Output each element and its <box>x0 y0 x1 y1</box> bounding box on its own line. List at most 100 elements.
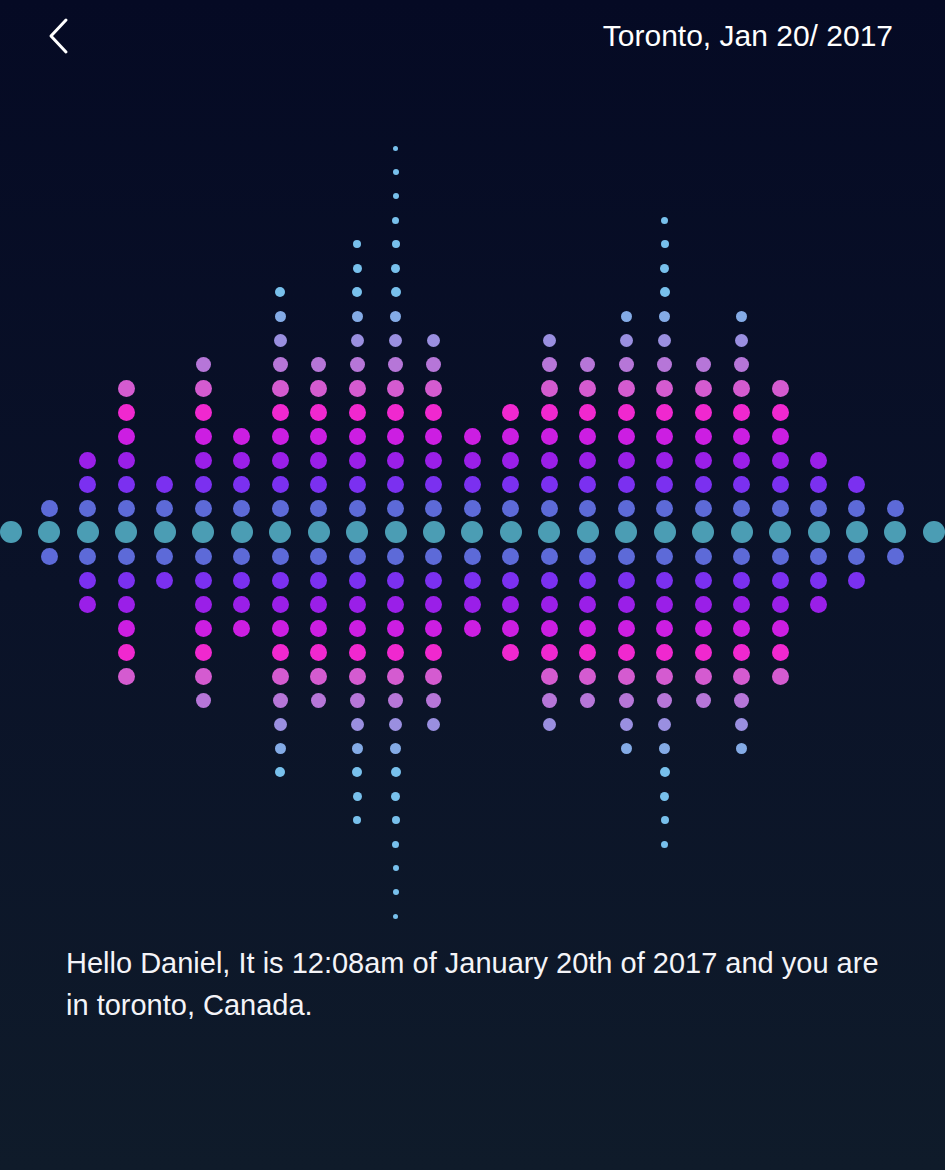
wave-slot <box>346 616 368 640</box>
wave-slot <box>38 520 60 544</box>
wave-slot <box>769 520 791 544</box>
wave-dot <box>538 521 560 543</box>
wave-slot <box>731 448 753 472</box>
wave-slot <box>769 496 791 520</box>
wave-dot <box>884 521 906 543</box>
wave-dot <box>388 693 403 708</box>
wave-slot <box>692 496 714 520</box>
wave-dot <box>352 311 363 322</box>
wave-slot <box>577 424 599 448</box>
wave-dot <box>118 596 135 613</box>
wave-dot <box>273 357 288 372</box>
wave-dot <box>195 428 212 445</box>
wave-slot <box>308 664 330 688</box>
wave-dot <box>156 548 173 565</box>
wave-slot <box>769 664 791 688</box>
wave-slot <box>538 328 560 352</box>
wave-slot <box>385 232 407 256</box>
wave-slot <box>423 688 445 712</box>
wave-slot <box>577 688 599 712</box>
wave-dot <box>654 521 676 543</box>
wave-dot <box>310 452 327 469</box>
wave-dot <box>274 718 287 731</box>
wave-dot <box>387 476 404 493</box>
wave-slot <box>538 448 560 472</box>
wave-slot <box>615 376 637 400</box>
back-button[interactable] <box>46 16 74 56</box>
wave-dot <box>427 334 440 347</box>
wave-slot <box>577 520 599 544</box>
wave-dot <box>848 548 865 565</box>
wave-slot <box>192 448 214 472</box>
wave-slot <box>731 424 753 448</box>
wave-dot <box>272 596 289 613</box>
wave-slot <box>423 520 445 544</box>
wave-dot <box>79 596 96 613</box>
wave-dot <box>620 334 633 347</box>
wave-dot <box>272 620 289 637</box>
wave-slot <box>269 376 291 400</box>
wave-slot <box>423 664 445 688</box>
wave-dot <box>579 668 596 685</box>
wave-slot <box>423 328 445 352</box>
wave-dot <box>618 452 635 469</box>
wave-slot <box>269 640 291 664</box>
wave-dot <box>657 693 672 708</box>
wave-dot <box>118 476 135 493</box>
wave-slot <box>692 616 714 640</box>
wave-slot <box>654 352 676 376</box>
wave-dot <box>923 521 945 543</box>
wave-slot <box>269 664 291 688</box>
wave-slot <box>692 568 714 592</box>
wave-slot <box>615 544 637 568</box>
wave-slot <box>500 568 522 592</box>
wave-slot <box>692 400 714 424</box>
wave-dot <box>156 476 173 493</box>
wave-dot <box>353 792 362 801</box>
wave-slot <box>808 592 830 616</box>
wave-slot <box>538 712 560 736</box>
wave-dot <box>311 693 326 708</box>
wave-slot <box>884 520 906 544</box>
wave-dot <box>156 500 173 517</box>
wave-dot <box>310 428 327 445</box>
wave-dot <box>772 404 789 421</box>
wave-dot <box>660 264 669 273</box>
wave-dot <box>579 620 596 637</box>
wave-dot <box>391 264 400 273</box>
wave-dot <box>464 548 481 565</box>
wave-slot <box>308 544 330 568</box>
wave-dot <box>660 767 670 777</box>
wave-dot <box>733 668 750 685</box>
wave-dot <box>195 476 212 493</box>
wave-dot <box>353 264 362 273</box>
wave-slot <box>423 592 445 616</box>
wave-slot <box>769 592 791 616</box>
wave-dot <box>426 357 441 372</box>
wave-dot <box>310 548 327 565</box>
wave-slot <box>615 304 637 328</box>
wave-slot <box>385 736 407 760</box>
wave-slot <box>769 376 791 400</box>
wave-slot <box>538 664 560 688</box>
wave-slot <box>731 688 753 712</box>
wave-slot <box>38 544 60 568</box>
wave-dot <box>619 693 634 708</box>
wave-dot <box>736 743 747 754</box>
wave-dot <box>579 500 596 517</box>
wave-dot <box>736 311 747 322</box>
wave-slot <box>731 640 753 664</box>
wave-slot <box>308 472 330 496</box>
wave-slot <box>385 520 407 544</box>
wave-slot <box>423 616 445 640</box>
wave-dot <box>621 743 632 754</box>
wave-dot <box>387 380 404 397</box>
wave-slot <box>423 400 445 424</box>
wave-dot <box>657 357 672 372</box>
wave-dot <box>848 572 865 589</box>
wave-dot <box>696 693 711 708</box>
wave-dot <box>272 380 289 397</box>
wave-dot <box>349 380 366 397</box>
wave-dot <box>425 500 442 517</box>
wave-dot <box>541 380 558 397</box>
